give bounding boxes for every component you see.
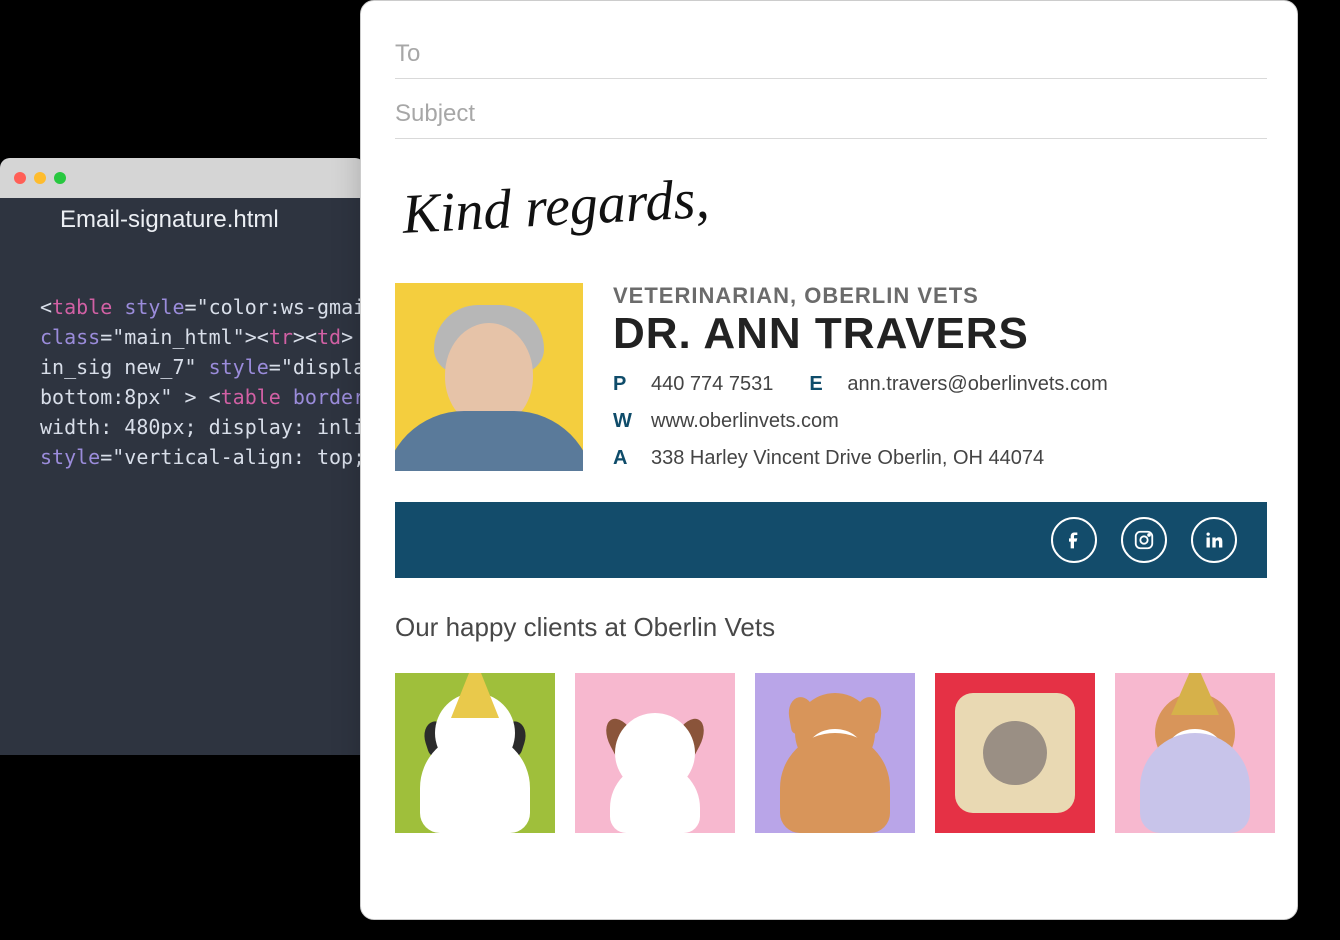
compose-window: To Subject Kind regards, VETERINARIAN, O… <box>360 0 1298 920</box>
signature-info: VETERINARIAN, OBERLIN VETS DR. ANN TRAVE… <box>613 283 1267 484</box>
contact-row-phone-email: P 440 774 7531 E ann.travers@oberlinvets… <box>613 373 1267 396</box>
client-photo-3 <box>755 673 915 833</box>
address-value: 338 Harley Vincent Drive Oberlin, OH 440… <box>651 447 1044 470</box>
instagram-icon[interactable] <box>1121 517 1167 563</box>
signature-block: VETERINARIAN, OBERLIN VETS DR. ANN TRAVE… <box>395 283 1267 484</box>
client-photo-2 <box>575 673 735 833</box>
facebook-icon[interactable] <box>1051 517 1097 563</box>
editor-tab-label: Email-signature.html <box>60 206 279 234</box>
contact-row-web: W www.oberlinvets.com <box>613 410 1267 433</box>
window-close-icon[interactable] <box>14 172 26 184</box>
email-value[interactable]: ann.travers@oberlinvets.com <box>847 373 1107 396</box>
phone-value: 440 774 7531 <box>651 373 773 396</box>
role-text: VETERINARIAN, OBERLIN VETS <box>613 283 1267 309</box>
headshot-shoulders <box>395 411 583 471</box>
clients-heading: Our happy clients at Oberlin Vets <box>395 612 1267 643</box>
clients-gallery <box>395 673 1267 833</box>
code-area[interactable]: <table style="color:ws-gmail-apiclass="m… <box>0 242 365 472</box>
contact-section: P 440 774 7531 E ann.travers@oberlinvets… <box>613 373 1267 470</box>
contact-row-address: A 338 Harley Vincent Drive Oberlin, OH 4… <box>613 447 1267 470</box>
editor-tab-spacer <box>0 198 38 242</box>
client-photo-5 <box>1115 673 1275 833</box>
to-label: To <box>395 40 420 68</box>
window-minimize-icon[interactable] <box>34 172 46 184</box>
to-field[interactable]: To <box>395 29 1267 79</box>
editor-tab[interactable]: Email-signature.html <box>38 198 365 242</box>
address-key: A <box>613 447 633 470</box>
linkedin-icon[interactable] <box>1191 517 1237 563</box>
social-bar <box>395 502 1267 578</box>
web-key: W <box>613 410 633 433</box>
signoff-text: Kind regards, <box>401 142 1269 243</box>
web-value[interactable]: www.oberlinvets.com <box>651 410 839 433</box>
editor-tabbar: Email-signature.html <box>0 198 365 242</box>
code-editor-window: Email-signature.html <table style="color… <box>0 158 365 755</box>
email-key: E <box>809 373 829 396</box>
subject-field[interactable]: Subject <box>395 89 1267 139</box>
subject-label: Subject <box>395 100 475 128</box>
client-photo-1 <box>395 673 555 833</box>
headshot <box>395 283 583 471</box>
name-text: DR. ANN TRAVERS <box>613 309 1267 359</box>
window-maximize-icon[interactable] <box>54 172 66 184</box>
phone-key: P <box>613 373 633 396</box>
editor-titlebar <box>0 158 365 198</box>
client-photo-4 <box>935 673 1095 833</box>
